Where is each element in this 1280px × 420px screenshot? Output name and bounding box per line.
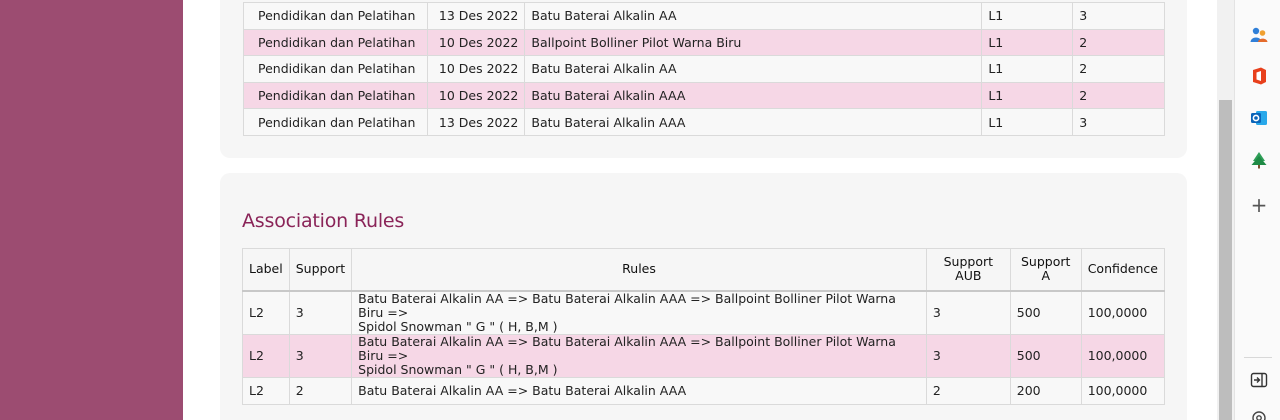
table-row: Pendidikan dan Pelatihan 10 Des 2022 Bat…: [243, 81, 1165, 110]
copilot-people-icon[interactable]: [1249, 25, 1269, 45]
header-support-a: Support A: [1009, 248, 1082, 292]
cell-support: 2: [1072, 55, 1165, 83]
cell-rules: Batu Baterai Alkalin AA => Batu Baterai …: [351, 290, 927, 335]
cell-confidence: 100,0000: [1080, 333, 1166, 378]
cell-kategori: Pendidikan dan Pelatihan: [243, 2, 428, 30]
table-row: L2 2 Batu Baterai Alkalin AA => Batu Bat…: [242, 376, 1166, 405]
header-support-aub-line2: AUB: [955, 268, 982, 284]
cell-rules: Batu Baterai Alkalin AA => Batu Baterai …: [351, 333, 927, 378]
cell-tanggal: 10 Des 2022: [426, 55, 526, 83]
cell-support-a: 200: [1009, 376, 1082, 405]
cell-barang: Batu Baterai Alkalin AAA: [524, 108, 983, 136]
app-sidebar: [0, 0, 183, 420]
header-rules: Rules: [351, 248, 927, 292]
cell-confidence: 100,0000: [1080, 290, 1166, 335]
cell-support-aub: 2: [925, 376, 1011, 405]
cell-label: L1: [981, 55, 1074, 83]
cell-tanggal: 13 Des 2022: [426, 2, 526, 30]
cell-label: L1: [981, 2, 1074, 30]
cell-support-aub: 3: [925, 333, 1011, 378]
cell-label: L2: [242, 376, 290, 405]
cell-support: 3: [288, 290, 353, 335]
items-card: Pendidikan dan Pelatihan 13 Des 2022 Bat…: [220, 0, 1187, 158]
office-icon[interactable]: [1249, 66, 1269, 86]
browser-sidebar: +: [1234, 0, 1280, 420]
scrollbar-thumb[interactable]: [1219, 100, 1232, 420]
cell-kategori: Pendidikan dan Pelatihan: [243, 28, 428, 57]
vertical-scrollbar[interactable]: [1217, 0, 1234, 420]
cell-barang: Ballpoint Bolliner Pilot Warna Biru: [524, 28, 983, 57]
table-row: Pendidikan dan Pelatihan 13 Des 2022 Bat…: [243, 108, 1165, 136]
cell-support-a: 500: [1009, 290, 1082, 335]
table-row: L2 3 Batu Baterai Alkalin AA => Batu Bat…: [242, 290, 1166, 335]
table-header-row: Label Support Rules Support AUB Support …: [242, 248, 1166, 292]
cell-label: L2: [242, 290, 290, 335]
cell-support: 3: [1072, 108, 1165, 136]
rules-line2: Spidol Snowman " G " ( H, B,M ): [358, 318, 558, 334]
header-support-aub-line1: Support: [943, 254, 994, 270]
cell-barang: Batu Baterai Alkalin AAA: [524, 81, 983, 110]
cell-tanggal: 10 Des 2022: [426, 81, 526, 110]
divider: [1244, 357, 1272, 358]
outlook-icon[interactable]: [1249, 108, 1269, 128]
rules-line1: Batu Baterai Alkalin AA => Batu Baterai …: [358, 290, 896, 320]
cell-support: 3: [288, 333, 353, 378]
settings-icon[interactable]: [1249, 408, 1269, 420]
cell-tanggal: 10 Des 2022: [426, 28, 526, 57]
cell-barang: Batu Baterai Alkalin AA: [524, 55, 983, 83]
section-title: Association Rules: [242, 210, 405, 232]
main-content: Pendidikan dan Pelatihan 13 Des 2022 Bat…: [183, 0, 1217, 420]
cell-barang: Batu Baterai Alkalin AA: [524, 2, 983, 30]
table-row: L2 3 Batu Baterai Alkalin AA => Batu Bat…: [242, 333, 1166, 378]
table-row: Pendidikan dan Pelatihan 10 Des 2022 Bal…: [243, 28, 1165, 57]
cell-confidence: 100,0000: [1080, 376, 1166, 405]
table-row: Pendidikan dan Pelatihan 13 Des 2022 Bat…: [243, 2, 1165, 30]
items-table: Pendidikan dan Pelatihan 13 Des 2022 Bat…: [243, 2, 1165, 136]
plus-icon[interactable]: +: [1249, 193, 1269, 217]
table-row: Pendidikan dan Pelatihan 10 Des 2022 Bat…: [243, 55, 1165, 83]
rules-line2: Spidol Snowman " G " ( H, B,M ): [358, 361, 558, 377]
cell-label: L1: [981, 28, 1074, 57]
cell-rules: Batu Baterai Alkalin AA => Batu Baterai …: [351, 376, 927, 405]
cell-support: 2: [1072, 81, 1165, 110]
sidebar-toggle-icon[interactable]: [1249, 370, 1269, 390]
cell-label: L1: [981, 81, 1074, 110]
cell-kategori: Pendidikan dan Pelatihan: [243, 108, 428, 136]
cell-kategori: Pendidikan dan Pelatihan: [243, 55, 428, 83]
cell-support-a: 500: [1009, 333, 1082, 378]
cell-support-aub: 3: [925, 290, 1011, 335]
cell-label: L2: [242, 333, 290, 378]
header-support-a-line2: A: [1041, 268, 1050, 284]
cell-tanggal: 13 Des 2022: [426, 108, 526, 136]
cell-support: 2: [288, 376, 353, 405]
rules-line1: Batu Baterai Alkalin AA => Batu Baterai …: [358, 333, 896, 363]
header-support-aub: Support AUB: [925, 248, 1011, 292]
cell-kategori: Pendidikan dan Pelatihan: [243, 81, 428, 110]
header-support: Support: [288, 248, 353, 292]
header-support-a-line1: Support: [1021, 254, 1071, 270]
cell-support: 3: [1072, 2, 1165, 30]
cell-support: 2: [1072, 28, 1165, 57]
association-rules-table: Label Support Rules Support AUB Support …: [242, 248, 1166, 405]
header-confidence: Confidence: [1080, 248, 1166, 292]
tree-icon[interactable]: [1249, 150, 1269, 170]
association-card: Association Rules Label Support Rules Su…: [220, 173, 1187, 420]
cell-label: L1: [981, 108, 1074, 136]
header-label: Label: [242, 248, 290, 292]
